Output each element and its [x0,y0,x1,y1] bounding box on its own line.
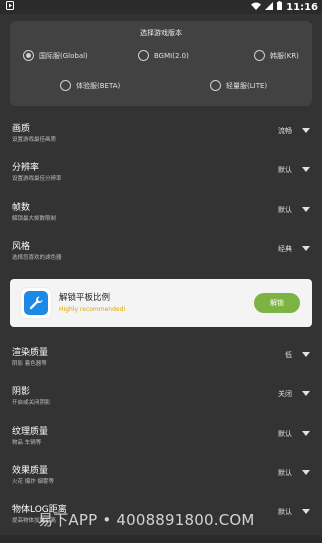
radio-button[interactable] [254,50,265,61]
back-icon[interactable] [284,536,294,543]
setting-value: 默认 [278,430,292,438]
setting-quality[interactable]: 画质 设置游戏最佳画质 流畅 [0,118,322,156]
dropdown-caret-icon[interactable] [302,207,310,212]
system-navigation-bar [0,535,322,543]
unlock-title: 解锁平板比例 [59,293,111,303]
setting-subtitle: 提高物体加载距离 [12,518,57,524]
radio-lite[interactable]: 轻量服(LITE) [210,80,267,91]
recent-apps-icon[interactable] [26,536,36,543]
setting-value: 流畅 [278,127,292,135]
setting-value: 低 [285,351,292,359]
setting-subtitle: 解锁最大帧数限制 [12,216,57,222]
radio-label: 韩服(KR) [270,51,299,60]
radio-bgmi[interactable]: BGMI(2.0) [138,50,189,61]
setting-title: 物体LOG距离 [12,505,67,515]
version-selector-card: 选择游戏版本 国际服(Global) BGMI(2.0) 韩服(KR) 体验服(… [10,21,312,106]
radio-label: BGMI(2.0) [154,51,189,60]
setting-subtitle: 设置游戏最佳画质 [12,137,57,143]
radio-button[interactable] [210,80,221,91]
dropdown-caret-icon[interactable] [302,246,310,251]
setting-resolution[interactable]: 分辨率 设置游戏最佳分辨率 默认 [0,157,322,195]
battery-icon [277,1,283,13]
status-time: 11:16 [286,1,318,13]
setting-value: 默认 [278,166,292,174]
setting-effects-quality[interactable]: 效果质量 火花 爆炸 烟雾等 默认 [0,460,322,498]
radio-button[interactable] [60,80,71,91]
setting-subtitle: 火花 爆炸 烟雾等 [12,479,54,485]
setting-title: 阴影 [12,387,31,397]
setting-texture-quality[interactable]: 纹理质量 物品 车辆等 默认 [0,421,322,459]
setting-subtitle: 设置游戏最佳分辨率 [12,176,62,182]
setting-style[interactable]: 风格 选择您喜欢的滤色器 经典 [0,236,322,274]
setting-title: 风格 [12,242,31,252]
setting-title: 纹理质量 [12,427,49,437]
radio-label: 体验服(BETA) [76,81,121,90]
dropdown-caret-icon[interactable] [302,128,310,133]
status-icons: 11:16 [251,1,318,13]
setting-title: 帧数 [12,203,31,213]
setting-shadow[interactable]: 阴影 开启或关闭阴影 关闭 [0,381,322,419]
setting-render-quality[interactable]: 渲染质量 阴影 着色器等 低 [0,342,322,380]
setting-subtitle: 开启或关闭阴影 [12,400,51,406]
radio-label: 国际服(Global) [39,51,88,60]
radio-button[interactable] [138,50,149,61]
unlock-tablet-ratio-card: 解锁平板比例 Highly recommended! 解锁 [10,279,312,327]
unlock-button[interactable]: 解锁 [254,293,300,313]
setting-fps[interactable]: 帧数 解锁最大帧数限制 默认 [0,197,322,235]
dropdown-caret-icon[interactable] [302,352,310,357]
radio-label: 轻量服(LITE) [226,81,268,90]
setting-title: 画质 [12,124,31,134]
setting-subtitle: 阴影 着色器等 [12,361,47,367]
setting-value: 默认 [278,508,292,516]
setting-title: 渲染质量 [12,348,49,358]
wrench-icon [21,288,51,318]
app-root: 11:16 选择游戏版本 国际服(Global) BGMI(2.0) 韩服(KR… [0,0,322,543]
setting-subtitle: 物品 车辆等 [12,440,42,446]
home-pill-icon[interactable] [64,537,154,543]
dropdown-caret-icon[interactable] [302,470,310,475]
signal-icon [265,1,274,13]
setting-title: 分辨率 [12,163,40,173]
dropdown-caret-icon[interactable] [302,431,310,436]
setting-object-lod-distance[interactable]: 物体LOG距离 提高物体加载距离 默认 [0,499,322,537]
radio-beta[interactable]: 体验服(BETA) [60,80,120,91]
dropdown-caret-icon[interactable] [302,391,310,396]
radio-kr[interactable]: 韩服(KR) [254,50,299,61]
radio-global[interactable]: 国际服(Global) [23,50,88,61]
setting-value: 默认 [278,469,292,477]
unlock-subtitle: Highly recommended! [59,306,126,313]
setting-subtitle: 选择您喜欢的滤色器 [12,255,62,261]
media-icon [6,1,14,13]
version-selector-title: 选择游戏版本 [140,29,182,37]
dropdown-caret-icon[interactable] [302,509,310,514]
wifi-icon [251,2,262,13]
setting-value: 默认 [278,206,292,214]
setting-value: 关闭 [278,390,292,398]
setting-title: 效果质量 [12,466,49,476]
status-bar: 11:16 [0,0,322,14]
dropdown-caret-icon[interactable] [302,167,310,172]
radio-button-checked[interactable] [23,50,34,61]
setting-value: 经典 [278,245,292,253]
